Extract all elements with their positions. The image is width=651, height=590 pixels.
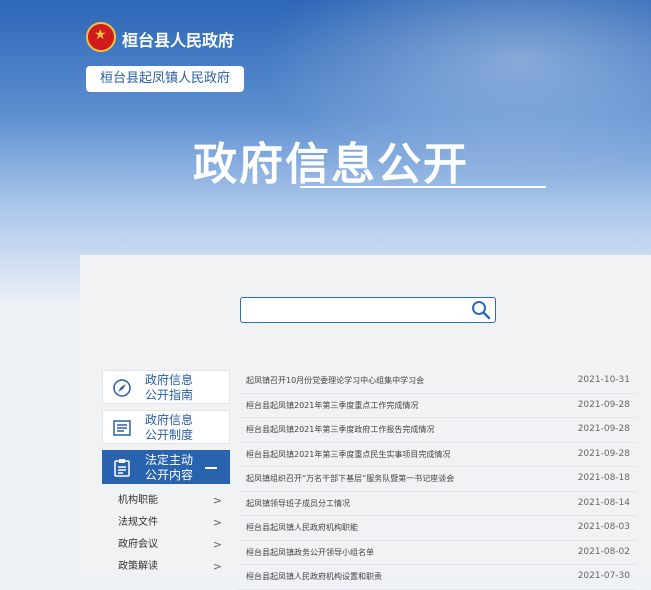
subnav-item[interactable]: 政府会议 > — [102, 534, 230, 556]
news-date: 2021-08-03 — [577, 522, 630, 532]
subnav-label: 机构职能 — [118, 495, 158, 506]
sidebar-item-label: 政府信息 公开指南 — [145, 373, 225, 403]
news-list: 起凤镇召开10月份党委理论学习中心组集中学习会 2021-10-31 桓台县起凤镇… — [238, 369, 636, 590]
collapse-icon[interactable] — [205, 467, 217, 469]
sidebar-item-guide[interactable]: 政府信息 公开指南 — [102, 370, 230, 404]
label-line1: 法定主动 — [145, 453, 194, 467]
subnav-label: 法规文件 — [118, 517, 158, 528]
compass-icon — [113, 379, 131, 397]
page-title: 政府信息公开 — [193, 139, 469, 190]
sidebar-item-statutory[interactable]: 法定主动 公开内容 — [102, 450, 230, 484]
label-line2: 公开内容 — [145, 468, 194, 482]
news-title[interactable]: 起凤镇召开10月份党委理论学习中心组集中学习会 — [246, 375, 424, 386]
label-line2: 公开指南 — [145, 388, 194, 402]
news-date: 2021-08-02 — [577, 546, 630, 557]
label-line2: 公开制度 — [145, 428, 194, 442]
national-emblem-icon — [86, 22, 116, 52]
subnav-item[interactable]: 机构职能 > — [102, 490, 230, 512]
list-item[interactable]: 桓台县起凤镇2021年第三季度重点民生实事项目完成情况 2021-09-28 — [238, 443, 636, 467]
news-title[interactable]: 桓台县起凤镇人民政府机构职能 — [246, 522, 358, 533]
chevron-right-icon: > — [212, 538, 222, 551]
sidebar-item-system[interactable]: 政府信息 公开制度 — [102, 410, 230, 444]
clipboard-icon — [114, 459, 130, 477]
list-item[interactable]: 起凤镇组织召开“万名干部下基层”服务队暨第一书记座谈会 2021-08-18 — [238, 467, 636, 492]
list-item[interactable]: 桓台县起凤镇政务公开领导小组名单 2021-08-02 — [238, 541, 636, 565]
news-title[interactable]: 桓台县起凤镇2021年第三季度重点工作完成情况 — [246, 400, 418, 411]
sidebar-subnav: 机构职能 > 法规文件 > 政府会议 > 政策解读 > — [102, 490, 230, 578]
news-title[interactable]: 起凤镇领导班子成员分工情况 — [246, 498, 350, 509]
chevron-right-icon: > — [212, 516, 222, 529]
news-date: 2021-08-14 — [577, 497, 630, 508]
news-date: 2021-10-31 — [577, 375, 630, 385]
subnav-item[interactable]: 法规文件 > — [102, 512, 230, 534]
news-title[interactable]: 桓台县起凤镇政务公开领导小组名单 — [246, 547, 374, 558]
site-title[interactable]: 桓台县人民政府 — [122, 27, 234, 51]
news-title[interactable]: 桓台县起凤镇2021年第三季度重点民生实事项目完成情况 — [246, 449, 450, 460]
list-item[interactable]: 起凤镇召开10月份党委理论学习中心组集中学习会 2021-10-31 — [238, 369, 636, 394]
sidebar-item-label: 政府信息 公开制度 — [145, 413, 225, 443]
list-item[interactable]: 桓台县起凤镇人民政府机构职能 2021-08-03 — [238, 516, 636, 541]
document-icon — [113, 420, 131, 436]
subnav-item[interactable]: 政策解读 > — [102, 556, 230, 578]
news-title[interactable]: 起凤镇组织召开“万名干部下基层”服务队暨第一书记座谈会 — [246, 473, 454, 484]
chevron-right-icon: > — [212, 560, 222, 573]
list-item[interactable]: 桓台县起凤镇人民政府机构设置和职责 2021-07-30 — [238, 565, 636, 590]
news-date: 2021-09-28 — [577, 399, 630, 410]
list-item[interactable]: 桓台县起凤镇2021年第三季度政府工作报告完成情况 2021-09-28 — [238, 418, 636, 443]
title-underline — [300, 186, 546, 188]
news-title[interactable]: 桓台县起凤镇2021年第三季度政府工作报告完成情况 — [246, 424, 434, 435]
list-item[interactable]: 桓台县起凤镇2021年第三季度重点工作完成情况 2021-09-28 — [238, 394, 636, 418]
sidebar-nav: 政府信息 公开指南 政府信息 公开制度 法定主动 公开内容 机构职能 > 法规文… — [102, 370, 230, 578]
chevron-right-icon: > — [212, 494, 222, 507]
news-date: 2021-09-28 — [577, 448, 630, 459]
news-date: 2021-08-18 — [577, 473, 630, 483]
search-icon[interactable] — [471, 300, 491, 320]
search-box[interactable] — [240, 297, 496, 323]
subnav-label: 政策解读 — [118, 561, 158, 572]
label-line1: 政府信息 — [145, 413, 194, 427]
news-date: 2021-09-28 — [577, 424, 630, 434]
sub-site-link[interactable]: 桓台县起凤镇人民政府 — [86, 66, 244, 92]
subnav-label: 政府会议 — [118, 539, 158, 550]
list-item[interactable]: 起凤镇领导班子成员分工情况 2021-08-14 — [238, 492, 636, 516]
label-line1: 政府信息 — [145, 373, 194, 387]
